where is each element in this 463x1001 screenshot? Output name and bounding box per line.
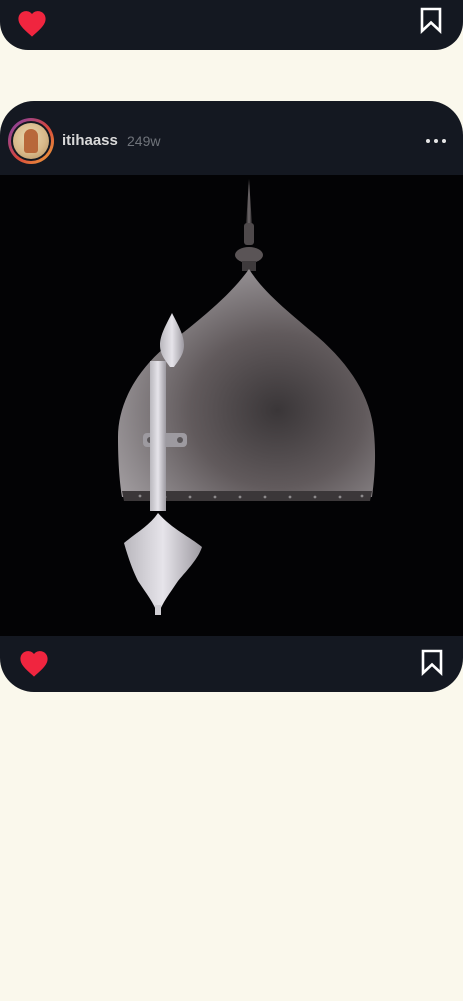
post-image[interactable] — [0, 175, 463, 636]
avatar[interactable] — [8, 118, 54, 164]
post-action-bar — [0, 636, 463, 692]
previous-post-card — [0, 0, 463, 50]
post-timestamp: 249w — [127, 133, 161, 149]
post-header: itihaass 249w — [0, 101, 463, 175]
post-action-bar — [0, 0, 463, 50]
nasal-guard-bar — [150, 361, 166, 511]
avatar-ring-gap — [11, 121, 51, 161]
avatar-image — [13, 123, 49, 159]
bookmark-outline-icon[interactable] — [419, 648, 445, 677]
avatar-figure — [24, 129, 38, 153]
post-author-username[interactable]: itihaass — [62, 132, 118, 149]
heart-filled-icon[interactable] — [16, 8, 48, 38]
post-card: itihaass 249w — [0, 101, 463, 692]
heart-filled-icon[interactable] — [18, 648, 50, 678]
ellipsis-horizontal-icon[interactable] — [424, 129, 448, 153]
bookmark-outline-icon[interactable] — [418, 6, 444, 35]
